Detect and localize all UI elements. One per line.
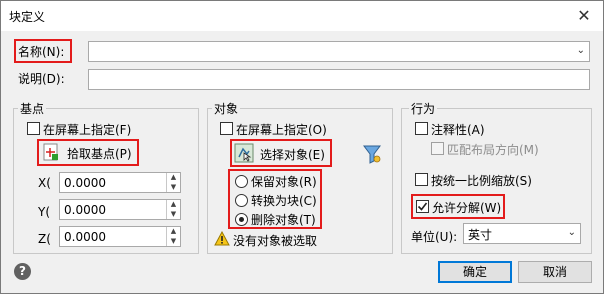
convert-to-block-radio[interactable] <box>235 194 248 207</box>
objects-group-label: 对象 <box>212 100 241 117</box>
convert-to-block-label: 转换为块(C) <box>251 194 317 208</box>
block-definition-dialog: 块定义 ✕ 名称(N): ⌄ 说明(D): 基点 在屏幕上指定(F) 拾取基点(… <box>0 0 604 294</box>
z-value: 0.0000 <box>64 230 106 244</box>
radio-selected-dot <box>239 217 244 222</box>
help-icon[interactable]: ? <box>14 263 31 280</box>
y-value: 0.0000 <box>64 203 106 217</box>
base-point-group-label: 基点 <box>18 100 47 117</box>
name-combobox[interactable]: ⌄ <box>88 41 590 62</box>
dialog-title: 块定义 <box>9 10 46 24</box>
x-spinner[interactable]: ▲ ▼ <box>166 173 180 192</box>
close-icon[interactable]: ✕ <box>573 5 595 27</box>
scale-uniformly-label: 按统一比例缩放(S) <box>431 174 532 188</box>
no-objects-warning: 没有对象被选取 <box>233 234 318 248</box>
delete-objects-label: 删除对象(T) <box>251 213 316 227</box>
annotative-label: 注释性(A) <box>431 123 485 137</box>
checkmark-icon <box>417 202 428 211</box>
units-label: 单位(U): <box>411 230 458 244</box>
objects-specify-label: 在屏幕上指定(O) <box>236 123 327 137</box>
units-select[interactable]: 英寸 ⌄ <box>463 223 581 244</box>
pick-point-button[interactable]: 拾取基点(P) <box>40 142 136 163</box>
pick-point-icon <box>42 143 60 164</box>
allow-explode-checkbox[interactable] <box>416 200 429 213</box>
units-value: 英寸 <box>468 228 493 242</box>
retain-objects-label: 保留对象(R) <box>251 175 317 189</box>
behavior-group-label: 行为 <box>409 100 438 117</box>
base-point-specify-checkbox[interactable] <box>27 122 40 135</box>
cancel-button[interactable]: 取消 <box>518 261 592 283</box>
select-objects-button[interactable]: 选择对象(E) <box>233 142 329 164</box>
z-spinner[interactable]: ▲ ▼ <box>166 227 180 246</box>
title-bar: 块定义 ✕ <box>1 1 603 31</box>
delete-objects-radio[interactable] <box>235 213 248 226</box>
z-label: Z( <box>38 232 51 246</box>
retain-objects-radio[interactable] <box>235 175 248 188</box>
quick-select-icon[interactable] <box>361 143 383 165</box>
y-coordinate-input[interactable]: 0.0000 ▲ ▼ <box>59 199 181 220</box>
warning-icon <box>214 230 230 249</box>
chevron-down-icon[interactable]: ⌄ <box>568 227 576 238</box>
z-coordinate-input[interactable]: 0.0000 ▲ ▼ <box>59 226 181 247</box>
pick-point-label: 拾取基点(P) <box>67 147 132 161</box>
description-label: 说明(D): <box>18 72 65 86</box>
name-label: 名称(N): <box>18 45 65 59</box>
base-point-specify-label: 在屏幕上指定(F) <box>43 123 132 137</box>
x-label: X( <box>38 176 51 190</box>
y-spinner[interactable]: ▲ ▼ <box>166 200 180 219</box>
scale-uniformly-checkbox[interactable] <box>415 173 428 186</box>
x-coordinate-input[interactable]: 0.0000 ▲ ▼ <box>59 172 181 193</box>
objects-specify-checkbox[interactable] <box>220 122 233 135</box>
y-label: Y( <box>38 205 51 219</box>
annotative-checkbox[interactable] <box>415 122 428 135</box>
chevron-down-icon[interactable]: ⌄ <box>577 45 585 56</box>
match-orientation-checkbox[interactable] <box>431 142 444 155</box>
x-value: 0.0000 <box>64 176 106 190</box>
select-objects-label: 选择对象(E) <box>260 148 325 162</box>
allow-explode-label: 允许分解(W) <box>432 201 502 215</box>
select-objects-icon <box>234 143 254 166</box>
match-orientation-label: 匹配布局方向(M) <box>447 143 539 157</box>
ok-button[interactable]: 确定 <box>438 261 512 283</box>
description-input[interactable] <box>88 69 590 90</box>
